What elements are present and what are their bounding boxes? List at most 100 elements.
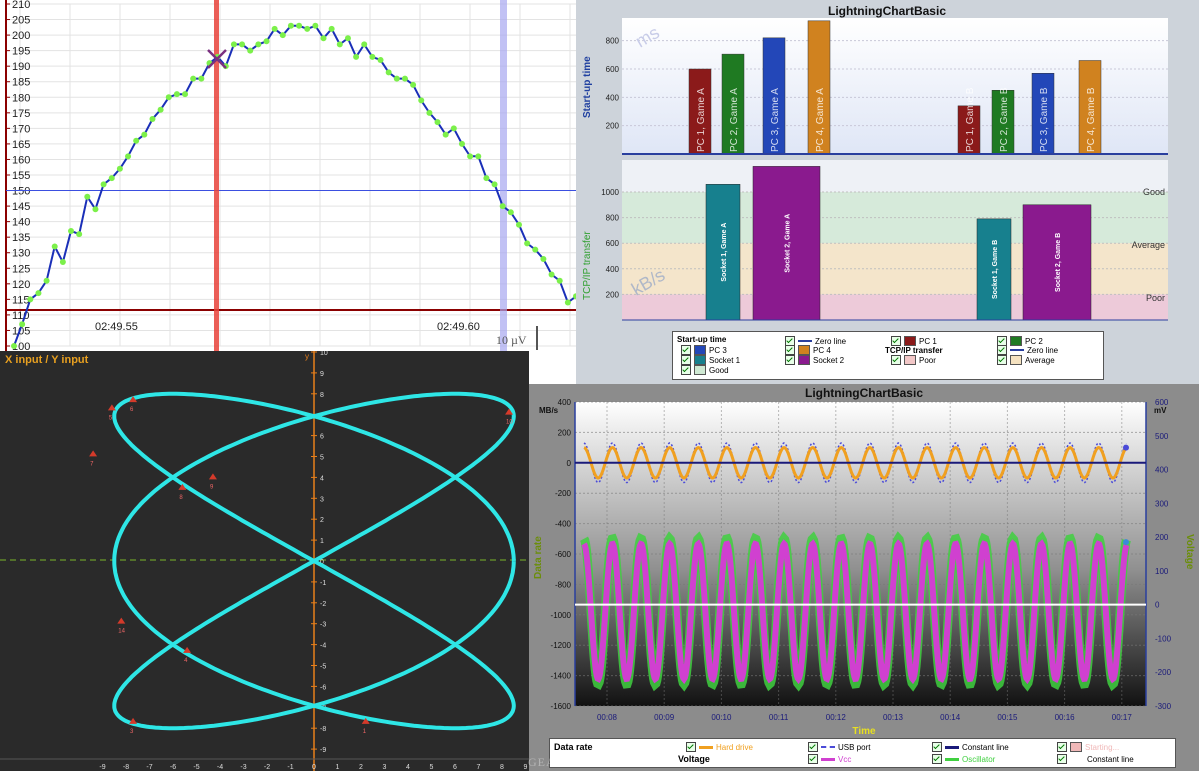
legend-item[interactable]: Zero line (997, 345, 1058, 355)
data-point (100, 181, 107, 188)
legend-item[interactable]: Good (681, 365, 729, 375)
legend-item[interactable]: PC 3 (681, 345, 727, 355)
bar-chart-panel[interactable]: LightningChartBasic 200 400 600 800 ms Start-u… (576, 0, 1199, 384)
marker-label: 9 (210, 484, 214, 490)
legend-item[interactable]: Socket 2 (785, 355, 844, 365)
marker-label: 6 (130, 407, 134, 413)
legend-checkbox[interactable] (681, 365, 691, 375)
legend-swatch (1010, 355, 1022, 365)
legend-checkbox[interactable] (785, 345, 795, 355)
legend-item[interactable]: Constant line (1057, 754, 1134, 764)
marker-label: 1 (363, 729, 367, 735)
legend-checkbox[interactable] (1057, 754, 1067, 764)
x-tick-label: 8 (500, 764, 504, 771)
legend-item[interactable]: PC 4 (785, 345, 831, 355)
bar-chart[interactable]: LightningChartBasic200400600800 msStart-u… (576, 0, 1199, 330)
legend-item[interactable]: Vcc (808, 754, 851, 764)
legend-item[interactable]: Oscillator (932, 754, 995, 764)
y1-unit: MB/s (539, 406, 559, 415)
series-line (13, 24, 576, 347)
legend-title-tcp: TCP/IP transfer (885, 346, 943, 355)
y-tick-label: 140 (12, 217, 30, 229)
data-point (92, 206, 99, 213)
marker (117, 617, 126, 624)
bar-label: PC 3, Game A (770, 88, 781, 152)
legend-label: PC 3 (709, 345, 727, 355)
legend-checkbox[interactable] (932, 754, 942, 764)
legend-item[interactable]: Hard drive (686, 742, 753, 752)
y-tick-label: 205 (12, 15, 30, 27)
legend-checkbox[interactable] (891, 336, 901, 346)
y-tick-label: 4 (320, 475, 324, 482)
end-marker (1123, 444, 1129, 451)
data-point (353, 53, 360, 60)
bar-label: Socket 2, Game A (785, 214, 792, 273)
legend-checkbox[interactable] (686, 742, 696, 752)
marker (107, 404, 116, 411)
data-point (68, 227, 75, 234)
data-point (198, 75, 205, 82)
y2-tick-label: -300 (1155, 702, 1172, 711)
y-tick-label: 135 (12, 232, 30, 244)
legend-checkbox[interactable] (932, 742, 942, 752)
data-point (393, 75, 400, 82)
y-tick-label: 190 (12, 61, 30, 73)
data-point (108, 175, 115, 182)
data-point (475, 153, 482, 160)
legend-item[interactable]: PC 1 (891, 336, 937, 346)
data-point (190, 75, 197, 82)
legend-checkbox[interactable] (681, 355, 691, 365)
legend-checkbox[interactable] (997, 345, 1007, 355)
legend-checkbox[interactable] (808, 754, 818, 764)
legend-item[interactable]: Poor (891, 355, 936, 365)
scale-label: 10 µV (496, 333, 527, 347)
data-point (524, 240, 531, 247)
y-tick-label: 210 (12, 0, 30, 11)
data-point (458, 140, 465, 147)
x-tick-label: -9 (99, 764, 105, 771)
legend-checkbox[interactable] (785, 355, 795, 365)
xy-plot-panel[interactable]: 10 9 8 7 6 5 4 3 2 1 0 -1 -2 -3 -4 -5 -6 -7 -8 -9 -9 -8 -7 -6 -5… (0, 351, 529, 771)
legend-checkbox[interactable] (681, 345, 691, 355)
legend-item[interactable]: Socket 1 (681, 355, 740, 365)
y2-axis-label: Voltage (1184, 534, 1195, 570)
legend-item[interactable]: USB port (808, 742, 870, 752)
xy-plot[interactable]: 109876543210-1-2-3-4-5-6-7-8-9-9 -8 -7 -6 -5… (0, 351, 529, 771)
waveform-chart-panel[interactable]: 100 105 110 115 120 125 130 135 140 145 150 155 160 1… (0, 0, 576, 351)
legend-checkbox[interactable] (808, 742, 818, 752)
y2-tick-label: 400 (606, 265, 620, 274)
y-tick-label: 115 (12, 294, 30, 306)
y-tick-label: 1 (320, 538, 324, 545)
y-tick-label: -3 (320, 622, 326, 629)
y1-tick-label: 0 (567, 459, 572, 468)
legend-swatch (904, 355, 916, 365)
bar-label: PC 2, Game B (999, 87, 1010, 152)
data-point (320, 35, 327, 42)
signal-chart-panel[interactable]: LightningChartBasic 400 200 0 -200 -400 -600 -8… (529, 384, 1199, 771)
data-point (125, 153, 132, 160)
y2-tick-label: 200 (606, 290, 620, 299)
data-point (556, 277, 563, 284)
y-tick-label: 10 (320, 351, 328, 357)
y2-tick-label: 300 (1155, 499, 1169, 508)
legend-checkbox[interactable] (997, 355, 1007, 365)
data-point (483, 175, 490, 182)
legend-item[interactable]: Starting... (1057, 742, 1119, 752)
legend-swatch (945, 745, 959, 749)
data-point (165, 94, 172, 101)
y2-tick-label: 600 (606, 239, 620, 248)
y-tick-label: -2 (320, 601, 326, 608)
legend-checkbox[interactable] (1057, 742, 1067, 752)
legend-item[interactable]: Constant line (932, 742, 1009, 752)
waveform-chart[interactable]: 1001051101151201251301351401451501551601… (0, 0, 576, 351)
legend-title-datarate: Data rate (554, 742, 593, 752)
data-point (35, 290, 42, 297)
y-axis-letter: y (305, 352, 309, 361)
y-tick-label: 185 (12, 77, 30, 89)
legend-title-voltage: Voltage (678, 754, 710, 764)
legend-checkbox[interactable] (891, 355, 901, 365)
signal-chart[interactable]: LightningChartBasic 400 200 0 -200 -400 -600 -8… (529, 384, 1199, 737)
legend-item[interactable]: Average (997, 355, 1055, 365)
y1-tick-label: 200 (558, 428, 572, 437)
data-point (548, 271, 555, 278)
